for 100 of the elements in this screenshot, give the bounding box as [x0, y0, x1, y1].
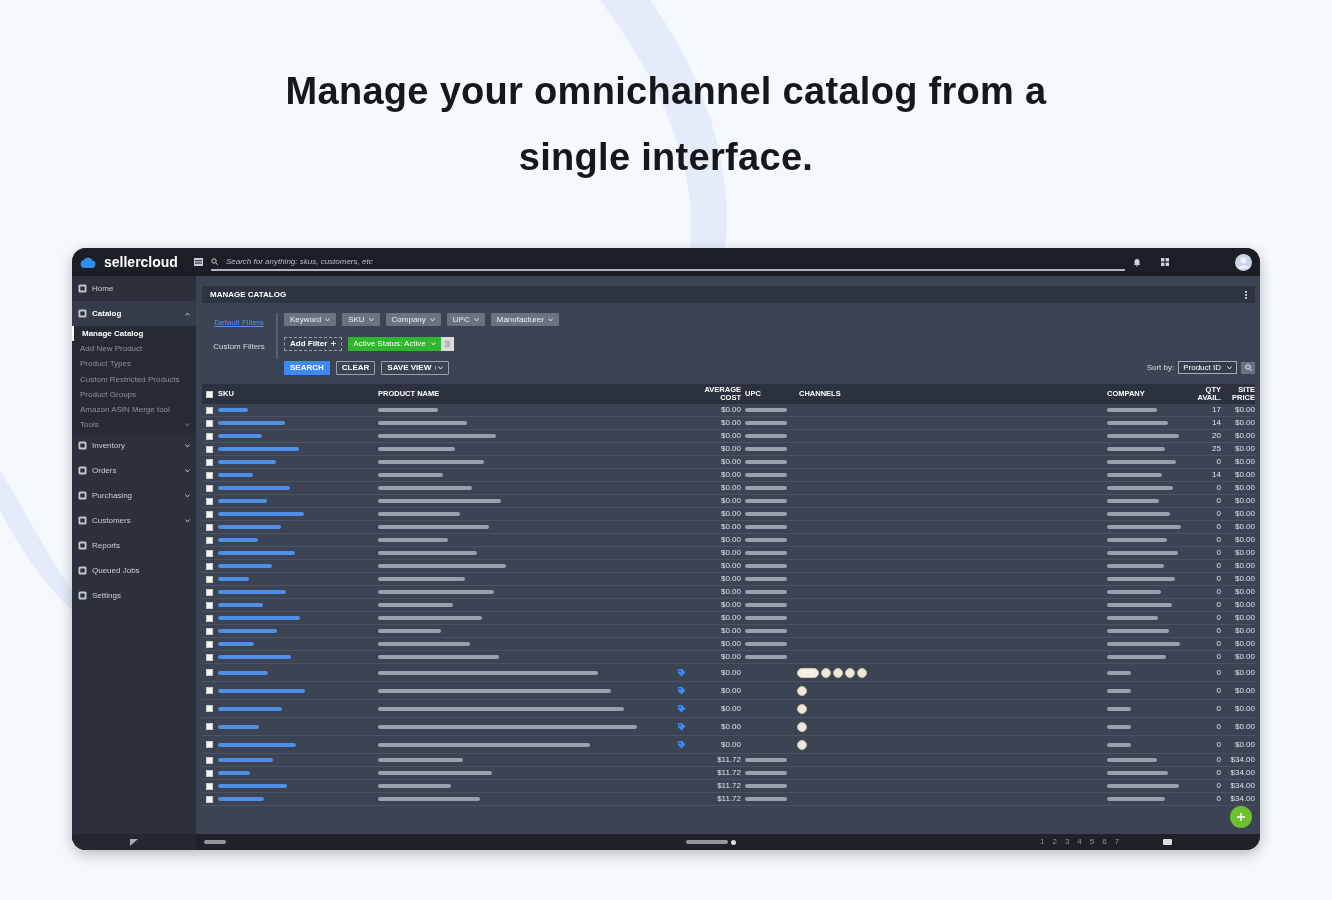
- blurred-text: [1107, 577, 1175, 581]
- filter-dropdown[interactable]: Company: [385, 313, 441, 326]
- blurred-text: [745, 758, 787, 762]
- quantity-cell-text: 0: [1215, 497, 1221, 505]
- row-checkbox[interactable]: [206, 445, 213, 453]
- blurred-text: [745, 434, 787, 438]
- collapse-icon[interactable]: [130, 838, 138, 846]
- sidebar-subitem[interactable]: Product Types: [72, 356, 196, 372]
- blurred-text: [1107, 434, 1179, 438]
- row-checkbox[interactable]: [206, 669, 213, 676]
- price-cell-text: $0.00: [1233, 704, 1255, 713]
- row-checkbox[interactable]: [206, 653, 213, 661]
- blurred-text: [1107, 421, 1168, 425]
- chevron-icon: [368, 317, 374, 322]
- blurred-text: [218, 724, 259, 729]
- row-checkbox[interactable]: [206, 723, 213, 730]
- filter-dropdown[interactable]: Keyword: [284, 313, 337, 326]
- menu-item-icon: [78, 566, 87, 576]
- cost-cell-text: $0.00: [719, 523, 741, 531]
- clear-button[interactable]: CLEAR: [335, 360, 376, 375]
- row-checkbox[interactable]: [206, 510, 213, 518]
- save-view-button[interactable]: SAVE VIEW: [381, 360, 450, 375]
- row-checkbox[interactable]: [206, 769, 213, 777]
- row-checkbox[interactable]: [206, 782, 213, 790]
- blurred-text: [1107, 771, 1168, 775]
- price-cell-text: $0.00: [1233, 668, 1255, 677]
- chevron-icon: [435, 365, 444, 370]
- cost-cell-text: $0.00: [719, 686, 741, 695]
- page-link[interactable]: 5: [1085, 836, 1099, 848]
- row-checkbox[interactable]: [206, 640, 213, 648]
- row-checkbox[interactable]: [206, 705, 213, 712]
- row-checkbox[interactable]: [206, 588, 213, 596]
- sidebar-item[interactable]: Settings: [72, 583, 196, 609]
- row-checkbox[interactable]: [206, 549, 213, 557]
- header-checkbox[interactable]: [206, 390, 213, 398]
- price-cell-text: $0.00: [1233, 588, 1255, 596]
- cost-cell-text: $0.00: [719, 419, 741, 427]
- blurred-text: [745, 525, 787, 529]
- sidebar-subitem[interactable]: Tools: [72, 417, 196, 434]
- avatar-icon[interactable]: [1235, 253, 1252, 271]
- bell-icon[interactable]: [1133, 257, 1141, 267]
- quantity-cell-text: 0: [1215, 510, 1221, 518]
- row-checkbox[interactable]: [206, 419, 213, 427]
- grid-icon[interactable]: [1161, 258, 1169, 266]
- sidebar-item[interactable]: Orders: [72, 458, 196, 484]
- row-checkbox[interactable]: [206, 458, 213, 466]
- filter-dropdown[interactable]: Manufacturer: [490, 313, 559, 326]
- blurred-text: [218, 538, 258, 542]
- sidebar-item[interactable]: Purchasing: [72, 483, 196, 509]
- page-link[interactable]: 3: [1060, 836, 1074, 848]
- row-checkbox[interactable]: [206, 562, 213, 570]
- sidebar-item[interactable]: Customers: [72, 508, 196, 534]
- row-checkbox[interactable]: [206, 471, 213, 479]
- row-checkbox[interactable]: [206, 741, 213, 748]
- sidebar-item[interactable]: Reports: [72, 533, 196, 559]
- blurred-text: [1107, 564, 1164, 568]
- quantity-cell-text: 0: [1215, 740, 1221, 749]
- sidebar-item[interactable]: Inventory: [72, 433, 196, 459]
- row-checkbox[interactable]: [206, 795, 213, 803]
- page-link[interactable]: 7: [1110, 836, 1124, 848]
- row-checkbox[interactable]: [206, 756, 213, 764]
- blurred-text: [378, 408, 438, 412]
- row-checkbox[interactable]: [206, 484, 213, 492]
- menu-icon[interactable]: [193, 258, 203, 266]
- sidebar-subitem[interactable]: Manage Catalog: [72, 326, 196, 342]
- row-checkbox[interactable]: [206, 536, 213, 544]
- sidebar-subitem[interactable]: Product Groups: [72, 387, 196, 403]
- blurred-text: [745, 642, 787, 646]
- sort-dropdown[interactable]: Product ID: [1178, 361, 1237, 374]
- row-checkbox[interactable]: [206, 432, 213, 440]
- blurred-text: [1107, 797, 1165, 801]
- sidebar-subitem[interactable]: Amazon ASIN Merge tool: [72, 402, 196, 418]
- blurred-text: [745, 538, 787, 542]
- sort-search-button[interactable]: [1241, 361, 1255, 374]
- sidebar-item[interactable]: Queued Jobs: [72, 558, 196, 584]
- quantity-cell-text: 0: [1215, 722, 1221, 731]
- sidebar-item[interactable]: Home: [72, 276, 196, 301]
- filter-dropdown[interactable]: SKU: [342, 313, 380, 326]
- page-link[interactable]: 6: [1098, 836, 1111, 848]
- add-filter-button[interactable]: Add Filter: [284, 336, 343, 351]
- row-checkbox[interactable]: [206, 601, 213, 609]
- row-checkbox[interactable]: [206, 627, 213, 635]
- cost-cell-text: $0.00: [719, 704, 741, 713]
- page-link[interactable]: 4: [1073, 836, 1086, 848]
- sidebar-item[interactable]: Catalog: [72, 301, 196, 326]
- cloud-icon: [80, 256, 96, 268]
- row-checkbox[interactable]: [206, 614, 213, 622]
- add-button[interactable]: [1230, 806, 1252, 828]
- sidebar-subitem[interactable]: Add New Product: [72, 341, 196, 357]
- filter-dropdown[interactable]: UPC: [446, 313, 485, 326]
- row-checkbox[interactable]: [206, 406, 213, 414]
- chevron-icon: [473, 317, 479, 322]
- row-checkbox[interactable]: [206, 575, 213, 583]
- row-checkbox[interactable]: [206, 523, 213, 531]
- row-checkbox[interactable]: [206, 497, 213, 505]
- page-link[interactable]: 2: [1048, 836, 1061, 848]
- row-checkbox[interactable]: [206, 687, 213, 694]
- sidebar-subitem[interactable]: Custom Restricted Products: [72, 371, 196, 388]
- blurred-text: [745, 486, 787, 490]
- page-link[interactable]: 1: [1036, 836, 1049, 848]
